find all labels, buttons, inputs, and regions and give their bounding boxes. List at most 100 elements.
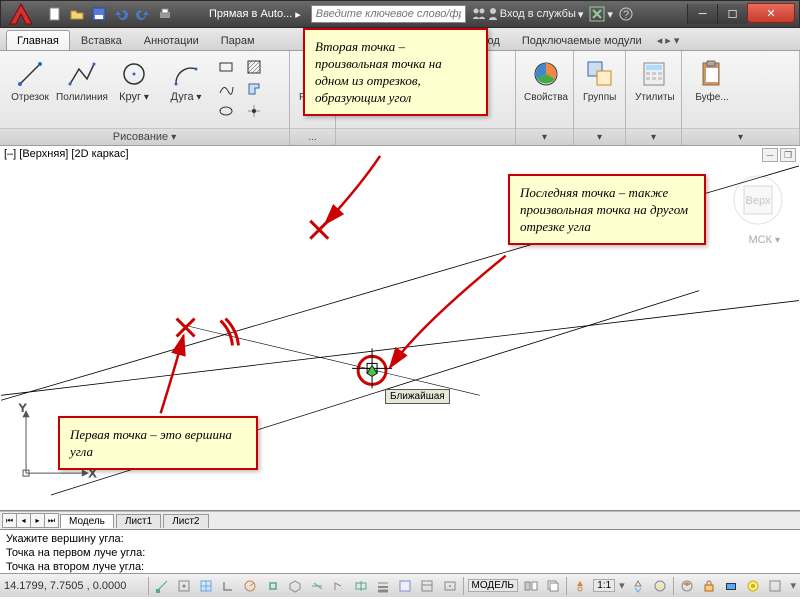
panel-draw: Отрезок Полилиния Круг ▾ Дуга ▾ Рисовани… — [0, 51, 290, 145]
rect-icon[interactable] — [216, 57, 236, 77]
spline-icon[interactable] — [216, 79, 236, 99]
polyline-button[interactable]: Полилиния — [58, 55, 106, 106]
hatch-icon[interactable] — [244, 57, 264, 77]
search-box[interactable] — [311, 5, 466, 23]
lwt-icon[interactable] — [374, 577, 392, 595]
panel-draw-title[interactable]: Рисование ▾ — [0, 128, 289, 145]
tab-insert[interactable]: Вставка — [70, 30, 133, 50]
snap-tooltip: Ближайшая — [385, 389, 450, 404]
arc-button[interactable]: Дуга ▾ — [162, 55, 210, 106]
panel-utilities: Утилиты ▾ — [626, 51, 682, 145]
app-logo[interactable] — [3, 1, 39, 27]
isolate-icon[interactable] — [744, 577, 762, 595]
osnap-icon[interactable] — [264, 577, 282, 595]
sheet-first-icon[interactable]: ⏮ — [2, 513, 17, 528]
command-line[interactable]: Укажите вершину угла: Точка на первом лу… — [0, 529, 800, 573]
clean-screen-icon[interactable] — [766, 577, 784, 595]
note-last-point: Последняя точка – также произвольная точ… — [508, 174, 706, 245]
tab-scroll[interactable]: ◂ ▸ ▾ — [657, 34, 680, 50]
redo-icon[interactable] — [135, 6, 151, 22]
sheet-last-icon[interactable]: ⏭ — [44, 513, 59, 528]
cmd-line-2: Точка на первом луче угла: — [6, 546, 794, 560]
ws-icon[interactable] — [678, 577, 696, 595]
annoscale-icon[interactable] — [571, 577, 589, 595]
draw-smalltools-2 — [242, 55, 266, 123]
region-icon[interactable] — [244, 79, 264, 99]
exchange-icon[interactable]: ▾ — [589, 6, 613, 22]
close-button[interactable]: ✕ — [747, 3, 795, 23]
layout-tabs-bar: ⏮ ◂ ▸ ⏭ Модель Лист1 Лист2 — [0, 511, 800, 529]
grid-icon[interactable] — [197, 577, 215, 595]
tab-plugins[interactable]: Подключаемые модули — [511, 30, 653, 50]
model-space-button[interactable]: МОДЕЛЬ — [468, 579, 518, 592]
sheet-next-icon[interactable]: ▸ — [30, 513, 45, 528]
properties-button[interactable]: Свойства — [522, 55, 570, 106]
point-icon[interactable] — [244, 101, 264, 121]
ellipse-icon[interactable] — [216, 101, 236, 121]
otrack-icon[interactable] — [308, 577, 326, 595]
undo-icon[interactable] — [113, 6, 129, 22]
drawing-area[interactable]: [–] [Верхняя] [2D каркас] ─ ❐ Верх МСК ▾ — [0, 146, 800, 511]
users-icon — [472, 7, 486, 21]
status-bar: 14.1799, 7.7505 , 0.0000 МОДЕЛЬ 1:1 ▾ ▾ — [0, 573, 800, 597]
snap-icon[interactable] — [175, 577, 193, 595]
sheet-layout1[interactable]: Лист1 — [116, 514, 161, 528]
svg-text:?: ? — [623, 9, 629, 21]
infer-icon[interactable] — [153, 577, 171, 595]
qv-drawings-icon[interactable] — [544, 577, 562, 595]
search-input[interactable] — [311, 5, 466, 23]
lock-icon[interactable] — [700, 577, 718, 595]
signin-label: Вход в службы — [500, 8, 576, 20]
open-icon[interactable] — [69, 6, 85, 22]
circle-button[interactable]: Круг ▾ — [110, 55, 158, 106]
help-icon[interactable]: ? — [619, 7, 633, 21]
coordinates[interactable]: 14.1799, 7.7505 , 0.0000 — [4, 580, 144, 592]
annovis-icon[interactable] — [629, 577, 647, 595]
dyn-icon[interactable] — [352, 577, 370, 595]
sheet-prev-icon[interactable]: ◂ — [16, 513, 31, 528]
cmd-line-1: Укажите вершину угла: — [6, 532, 794, 546]
sheet-nav: ⏮ ◂ ▸ ⏭ — [2, 513, 58, 528]
sheet-layout2[interactable]: Лист2 — [163, 514, 208, 528]
tab-home[interactable]: Главная — [6, 30, 70, 50]
clipboard-button[interactable]: Буфе... — [688, 55, 736, 106]
window-controls: ─ ☐ ✕ — [687, 4, 799, 24]
scale-dropdown-icon[interactable]: ▾ — [619, 579, 625, 592]
line-button[interactable]: Отрезок — [6, 55, 54, 106]
maximize-button[interactable]: ☐ — [717, 4, 747, 24]
annoauto-icon[interactable] — [651, 577, 669, 595]
qp-icon[interactable] — [418, 577, 436, 595]
hardware-icon[interactable] — [722, 577, 740, 595]
sc-icon[interactable] — [441, 577, 459, 595]
note-second-point: Вторая точка – произвольная точка на одн… — [303, 28, 488, 116]
person-icon — [488, 7, 498, 21]
panel-clipboard: Буфе... ▾ — [682, 51, 800, 145]
window-title: Прямая в Auto... — [209, 8, 292, 20]
signin-link[interactable]: Вход в службы ▾ — [472, 7, 584, 21]
tpy-icon[interactable] — [396, 577, 414, 595]
groups-button[interactable]: Группы — [580, 55, 619, 106]
print-icon[interactable] — [157, 6, 173, 22]
panel-groups: Группы ▾ — [574, 51, 626, 145]
quick-access-toolbar — [41, 6, 179, 22]
svg-text:Y: Y — [19, 402, 27, 414]
statusbar-menu-icon[interactable]: ▾ — [790, 579, 796, 592]
new-icon[interactable] — [47, 6, 63, 22]
tab-parametric[interactable]: Парам — [210, 30, 266, 50]
3dosnap-icon[interactable] — [286, 577, 304, 595]
note-first-point: Первая точка – это вершина угла — [58, 416, 258, 470]
sheet-model[interactable]: Модель — [60, 514, 114, 528]
scale-value[interactable]: 1:1 — [593, 579, 615, 592]
minimize-button[interactable]: ─ — [687, 4, 717, 24]
ducs-icon[interactable] — [330, 577, 348, 595]
ortho-icon[interactable] — [219, 577, 237, 595]
panel-properties: Свойства ▾ — [516, 51, 574, 145]
utilities-button[interactable]: Утилиты — [632, 55, 678, 106]
qv-layouts-icon[interactable] — [522, 577, 540, 595]
title-dropdown-icon[interactable]: ▸ — [295, 8, 301, 21]
cmd-line-3: Точка на втором луче угла: — [6, 560, 794, 573]
tab-annotations[interactable]: Аннотации — [133, 30, 210, 50]
draw-smalltools-1 — [214, 55, 238, 123]
save-icon[interactable] — [91, 6, 107, 22]
polar-icon[interactable] — [241, 577, 259, 595]
